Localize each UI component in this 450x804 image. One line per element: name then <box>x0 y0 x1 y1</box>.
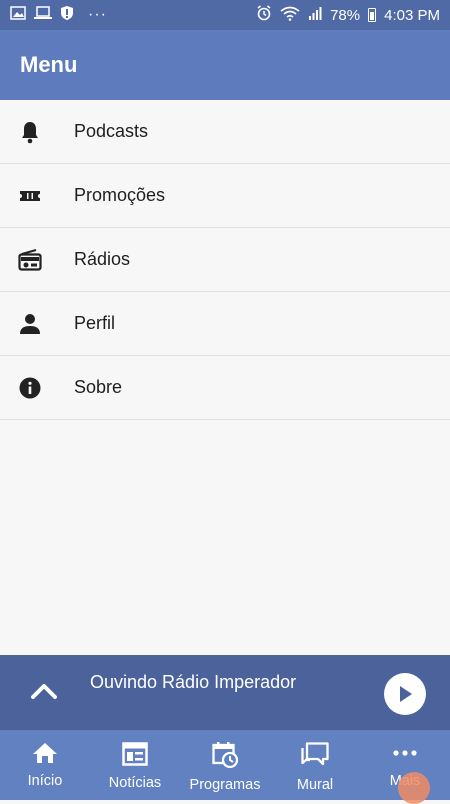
nav-item-label: Programas <box>189 777 261 793</box>
menu-item-label: Sobre <box>74 377 123 397</box>
nav-item-inicio[interactable]: Início <box>0 730 90 800</box>
more-icon <box>392 742 418 768</box>
chevron-up-icon[interactable] <box>30 680 58 705</box>
menu-item-sobre[interactable]: Sobre <box>0 356 450 420</box>
radio-icon <box>0 248 74 271</box>
menu-item-radios[interactable]: Rádios <box>0 228 450 292</box>
shield-icon <box>60 5 74 25</box>
status-bar-right: 78% 4:03 PM <box>256 5 440 25</box>
signal-icon <box>308 6 322 24</box>
alarm-icon <box>256 5 272 25</box>
page-title: Menu <box>20 52 78 77</box>
play-icon <box>400 686 412 702</box>
more-notifications-dots: ··· <box>88 6 107 23</box>
menu-item-promocoes[interactable]: Promoções <box>0 164 450 228</box>
wifi-icon <box>280 6 300 25</box>
now-playing-text: Ouvindo Rádio Imperador <box>90 672 297 692</box>
menu-item-label: Podcasts <box>74 121 149 141</box>
home-icon <box>32 742 58 768</box>
battery-percent: 78% <box>330 6 361 24</box>
nav-item-label: Mural <box>296 777 334 793</box>
nav-item-mural[interactable]: Mural <box>270 730 360 800</box>
menu-item-perfil[interactable]: Perfil <box>0 292 450 356</box>
battery-icon <box>368 8 377 22</box>
menu-item-label: Perfil <box>74 313 116 333</box>
nav-item-label: Início <box>27 773 63 789</box>
ticket-icon <box>0 189 74 203</box>
bell-icon <box>0 120 74 144</box>
status-bar-left: ··· <box>10 5 107 25</box>
menu-item-label: Promoções <box>74 185 166 205</box>
clock: 4:03 PM <box>384 6 440 24</box>
info-icon <box>0 377 74 399</box>
status-bar: ··· 78% 4:03 PM <box>0 0 450 30</box>
now-playing-bar: Ouvindo Rádio Imperador <box>0 655 450 730</box>
calendar-clock-icon <box>212 742 239 772</box>
menu-item-label: Rádios <box>74 249 131 269</box>
touch-ripple <box>398 772 430 804</box>
app-bar: Menu <box>0 30 450 100</box>
nav-item-label: Notícias <box>108 775 162 791</box>
news-icon <box>122 742 148 770</box>
nav-item-noticias[interactable]: Notícias <box>90 730 180 800</box>
menu-item-podcasts[interactable]: Podcasts <box>0 100 450 164</box>
person-icon <box>0 313 74 335</box>
laptop-icon <box>34 6 52 24</box>
image-icon <box>10 6 26 24</box>
play-button[interactable] <box>384 673 426 715</box>
chat-icon <box>301 742 329 772</box>
menu-list: Podcasts Promoções Rádios Perfil Sobre <box>0 100 450 420</box>
bottom-navigation: Início Notícias Programas Mural Mais <box>0 730 450 800</box>
nav-item-programas[interactable]: Programas <box>180 730 270 800</box>
